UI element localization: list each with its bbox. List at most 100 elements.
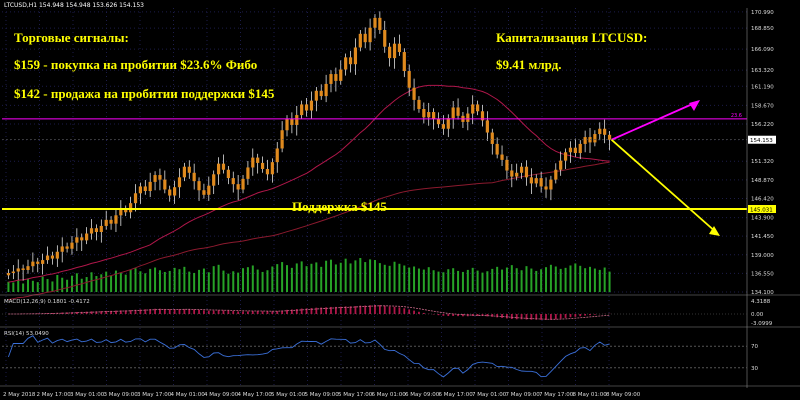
macd-bar: [173, 309, 176, 314]
price-tick: 161.190: [751, 84, 774, 90]
price-tick: 170.990: [751, 10, 774, 16]
candle-body: [519, 166, 524, 173]
time-tick: 8 May 01:00: [573, 392, 608, 398]
candle-body: [55, 251, 59, 259]
macd-bar: [593, 314, 596, 315]
volume-bar: [403, 265, 406, 292]
time-tick: 3 May 01:00: [70, 392, 105, 398]
volume-bar: [501, 269, 504, 292]
candle-body: [402, 52, 406, 72]
candle-body: [456, 107, 460, 116]
signals-title: Торговые сигналы:: [14, 30, 129, 45]
volume-bar: [158, 270, 161, 292]
volume-bar: [154, 267, 157, 292]
candle-body: [60, 246, 64, 252]
candle-body: [173, 187, 177, 196]
price-tick: 146.420: [751, 196, 774, 202]
signal-buy: $159 - покупка на пробитии $23.6% Фибо: [14, 57, 258, 72]
volume-bar: [51, 281, 54, 292]
volume-bar: [95, 276, 98, 292]
volume-bar: [329, 259, 332, 292]
volume-bar: [598, 269, 601, 292]
macd-bar: [398, 307, 401, 314]
volume-bar: [466, 269, 469, 292]
volume-bar: [266, 270, 269, 292]
macd-bar: [315, 307, 318, 314]
candle-body: [192, 172, 196, 182]
volume-bar: [486, 271, 489, 292]
candle-body: [143, 186, 147, 192]
time-tick: 3 May 17:00: [137, 392, 172, 398]
candle-body: [99, 225, 103, 233]
volume-bar: [66, 279, 69, 292]
candle-body: [515, 172, 519, 177]
candle-body: [94, 228, 99, 233]
candle-body: [495, 143, 499, 155]
candle-body: [319, 90, 323, 97]
macd-bar: [408, 309, 411, 314]
candle-body: [153, 175, 157, 182]
candle-body: [212, 174, 216, 186]
volume-bar: [422, 269, 425, 292]
time-tick: 4 May 09:00: [204, 392, 239, 398]
candle-body: [202, 190, 206, 195]
macd-bar: [393, 306, 396, 314]
candle-body: [373, 17, 377, 28]
volume-bar: [41, 276, 44, 292]
candle-body: [80, 237, 84, 241]
candle-body: [41, 260, 45, 264]
volume-bar: [193, 272, 196, 292]
volume-bar: [569, 265, 572, 292]
macd-bar: [520, 314, 523, 320]
price-badge-text: 154.153: [750, 138, 773, 144]
volume-bar: [589, 266, 592, 292]
volume-bar: [110, 275, 113, 292]
volume-bar: [168, 270, 171, 292]
macd-bar: [437, 314, 440, 316]
time-tick: 8 May 09:00: [606, 392, 641, 398]
candle-body: [207, 185, 211, 195]
macd-bar: [413, 310, 415, 314]
candle-body: [246, 167, 250, 179]
candle-body: [568, 147, 573, 153]
volume-bar: [530, 268, 533, 292]
macd-bar: [378, 305, 381, 314]
volume-bar: [144, 273, 147, 292]
candle-body: [476, 104, 480, 112]
candle-body: [407, 71, 411, 88]
macd-bar: [212, 310, 215, 314]
rsi-tick: 30: [751, 366, 758, 372]
volume-bar: [408, 267, 411, 292]
volume-bar: [163, 271, 166, 292]
volume-bar: [417, 268, 420, 292]
volume-bar: [315, 262, 318, 292]
time-tick: 2 May 2018: [3, 392, 36, 398]
volume-bar: [452, 268, 455, 292]
volume-bar: [447, 269, 450, 292]
volume-bar: [26, 278, 29, 292]
candle-body: [177, 177, 182, 188]
volume-bar: [564, 267, 567, 292]
volume-bar: [124, 274, 127, 292]
volume-bar: [481, 272, 484, 292]
macd-bar: [491, 314, 494, 317]
volume-bar: [178, 269, 181, 292]
candle-body: [295, 115, 299, 125]
candle-body: [280, 130, 284, 149]
candle-body: [65, 246, 69, 249]
macd-bar: [251, 311, 254, 314]
candle-body: [21, 268, 25, 270]
volume-bar: [139, 271, 142, 292]
candle-body: [26, 266, 30, 270]
volume-bar: [305, 266, 308, 292]
candle-body: [275, 148, 279, 163]
candle-body: [397, 43, 402, 53]
macd-bar: [584, 314, 587, 316]
volume-bar: [85, 277, 88, 292]
candle-body: [163, 179, 167, 190]
macd-bar: [388, 306, 391, 314]
time-tick: 4 May 17:00: [238, 392, 273, 398]
candle-body: [260, 162, 265, 169]
candle-body: [129, 203, 133, 213]
candle-body: [544, 186, 548, 190]
